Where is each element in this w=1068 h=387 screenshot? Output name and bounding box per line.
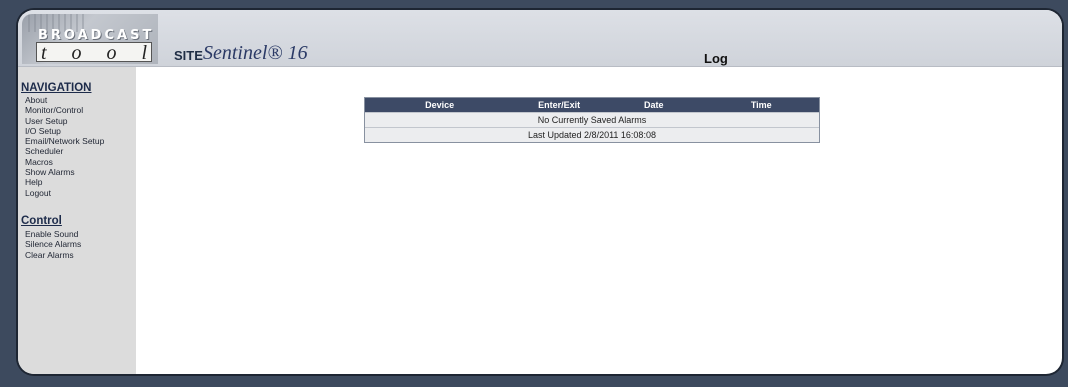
site-label: SITE [174,48,203,63]
app-frame: BROADCAST t o o l s SITE Sentinel® 16 Lo… [18,10,1062,374]
column-header-device: Device [425,100,455,110]
page-title: Log [704,51,728,66]
nav-item-logout[interactable]: Logout [25,188,104,198]
nav-item-macros[interactable]: Macros [25,157,104,167]
control-item-silence-alarms[interactable]: Silence Alarms [25,239,81,249]
nav-item-io-setup[interactable]: I/O Setup [25,126,104,136]
column-header-date: Date [643,100,664,110]
column-header-time: Time [750,100,772,110]
nav-item-about[interactable]: About [25,95,104,105]
nav-item-user-setup[interactable]: User Setup [25,116,104,126]
header-bar: BROADCAST t o o l s SITE Sentinel® 16 Lo… [18,10,1062,67]
nav-item-scheduler[interactable]: Scheduler [25,146,104,156]
nav-item-help[interactable]: Help [25,177,104,187]
logo-bottom-text: t o o l s [36,42,152,62]
control-item-enable-sound[interactable]: Enable Sound [25,229,81,239]
nav-item-email-network-setup[interactable]: Email/Network Setup [25,136,104,146]
control-list: Enable Sound Silence Alarms Clear Alarms [25,229,81,260]
control-item-clear-alarms[interactable]: Clear Alarms [25,250,81,260]
nav-item-monitor-control[interactable]: Monitor/Control [25,105,104,115]
last-updated-row: Last Updated 2/8/2011 16:08:08 [365,127,819,142]
navigation-list: About Monitor/Control User Setup I/O Set… [25,95,104,198]
sidebar: NAVIGATION About Monitor/Control User Se… [18,67,136,374]
control-heading: Control [21,215,62,227]
product-name: Sentinel® 16 [203,42,308,64]
logo-top-text: BROADCAST [38,28,155,43]
column-header-enter-exit: Enter/Exit [538,100,581,110]
nav-item-show-alarms[interactable]: Show Alarms [25,167,104,177]
table-header-row: Device Enter/Exit Date Time [365,98,819,112]
empty-message-row: No Currently Saved Alarms [365,112,819,127]
navigation-heading: NAVIGATION [21,82,92,94]
broadcast-tools-logo: BROADCAST t o o l s [22,14,158,64]
alarm-log-table: Device Enter/Exit Date Time No Currently… [364,97,820,143]
